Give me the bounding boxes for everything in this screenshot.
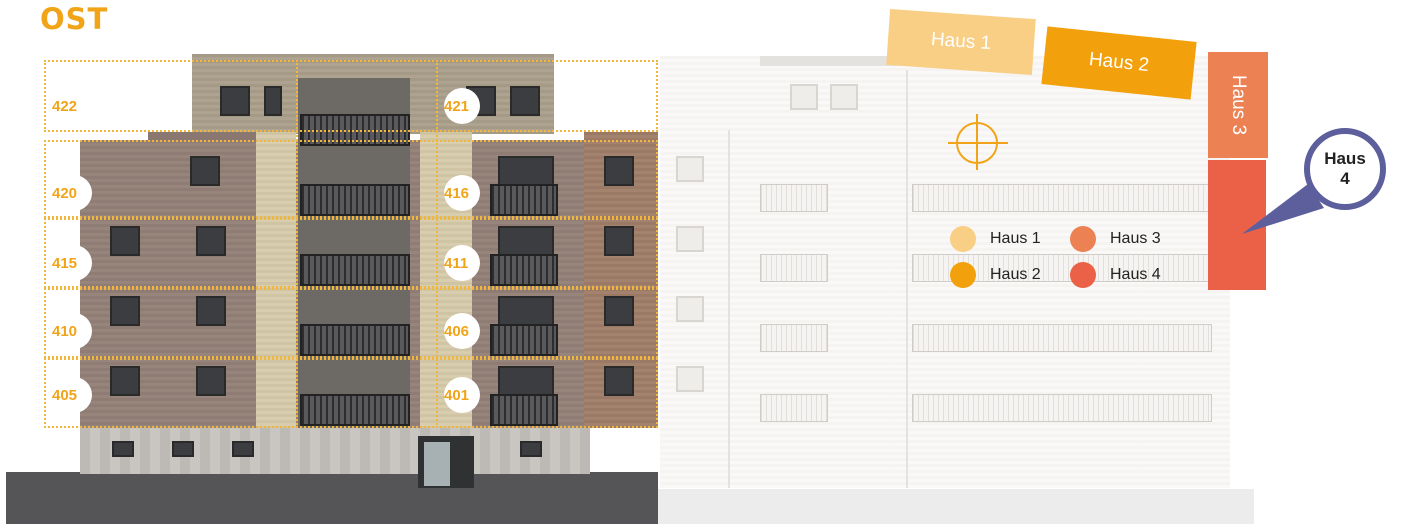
plinth [80, 428, 590, 474]
unit-label-416[interactable]: 416 [444, 186, 469, 201]
ghost-balcony [760, 324, 828, 352]
entrance-door-glass [424, 442, 450, 486]
legend-label-haus-2: Haus 2 [990, 266, 1041, 283]
unit-label-411[interactable]: 411 [444, 256, 468, 271]
ghost-window [830, 84, 858, 110]
basement-window [232, 441, 254, 457]
site-plan-haus-1-label: Haus 1 [930, 28, 992, 55]
ghost-balcony [912, 184, 1212, 212]
unit-outline-row-top[interactable] [44, 60, 658, 132]
unit-label-421[interactable]: 421 [444, 99, 469, 114]
site-plan-haus-3[interactable]: Haus 3 [1208, 52, 1268, 158]
unit-label-405[interactable]: 405 [52, 388, 77, 403]
ghost-balcony [912, 394, 1212, 422]
ghost-window [790, 84, 818, 110]
basement-window [112, 441, 134, 457]
unit-outline-row[interactable] [44, 218, 658, 288]
ghost-window [676, 366, 704, 392]
ground-light [658, 489, 1254, 524]
compass-crosshair-h [948, 142, 1008, 144]
unit-label-401[interactable]: 401 [444, 388, 469, 403]
site-plan-haus-2-label: Haus 2 [1088, 48, 1151, 77]
compass-crosshair-v [976, 114, 978, 170]
site-plan-haus-1[interactable]: Haus 1 [886, 8, 1036, 76]
legend-swatch-haus-2 [950, 262, 976, 288]
ghost-balcony [760, 254, 828, 282]
legend-swatch-haus-4 [1070, 262, 1096, 288]
legend-label-haus-4: Haus 4 [1110, 266, 1161, 283]
unit-label-410[interactable]: 410 [52, 324, 77, 339]
ghost-window [676, 156, 704, 182]
unit-label-406[interactable]: 406 [444, 324, 469, 339]
ghost-window [676, 296, 704, 322]
ground [6, 472, 658, 524]
ghost-balcony [912, 324, 1212, 352]
unit-label-420[interactable]: 420 [52, 186, 77, 201]
ghost-divider [728, 130, 730, 488]
unit-label-415[interactable]: 415 [52, 256, 77, 271]
legend-swatch-haus-1 [950, 226, 976, 252]
unit-outline-row[interactable] [44, 358, 658, 428]
unit-label-422[interactable]: 422 [52, 99, 77, 114]
ghost-balcony [760, 184, 828, 212]
unit-divider [296, 60, 298, 428]
unit-outline-row[interactable] [44, 288, 658, 358]
unit-divider [436, 60, 438, 428]
pin-line-1: Haus [1324, 149, 1366, 169]
haus-4-pin: Haus 4 [1304, 128, 1386, 210]
ghost-balcony [760, 394, 828, 422]
unit-outline-row[interactable] [44, 140, 658, 218]
ghost-divider [906, 70, 908, 488]
ghost-window [676, 226, 704, 252]
legend-label-haus-3: Haus 3 [1110, 230, 1161, 247]
basement-window [172, 441, 194, 457]
legend-label-haus-1: Haus 1 [990, 230, 1041, 247]
basement-window [520, 441, 542, 457]
site-plan-haus-3-label: Haus 3 [1228, 74, 1250, 136]
pin-line-2: 4 [1340, 169, 1350, 188]
view-title: OST [40, 2, 109, 36]
legend-swatch-haus-3 [1070, 226, 1096, 252]
